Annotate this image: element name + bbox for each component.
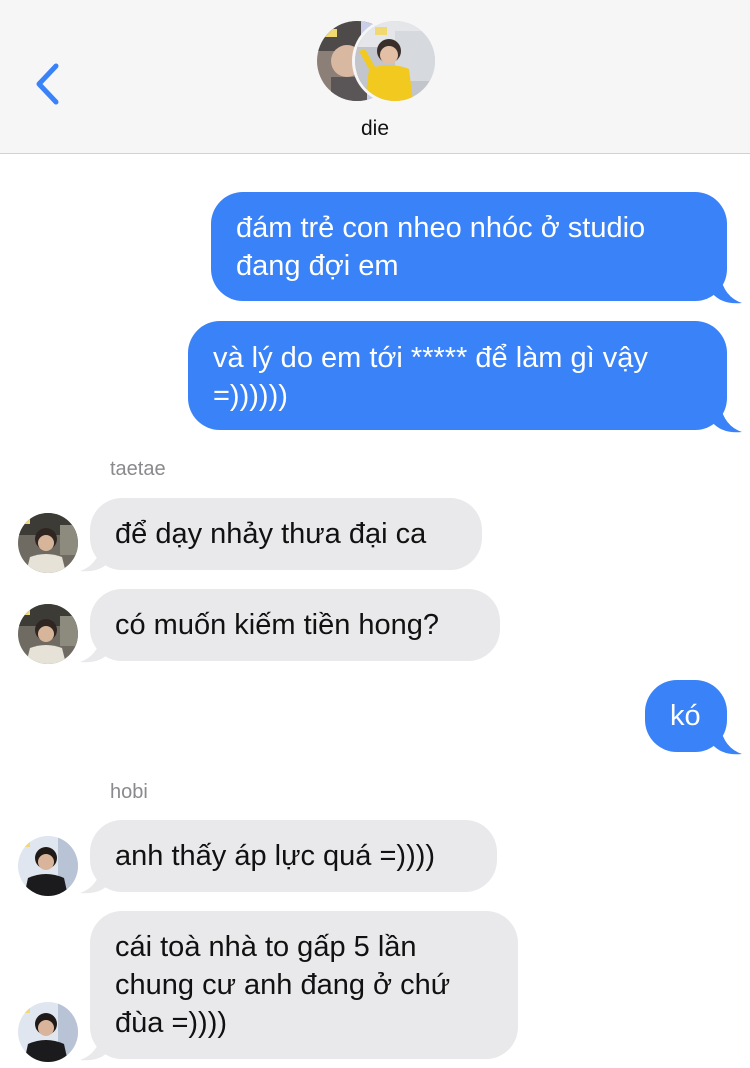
sender-name-label: hobi <box>110 781 148 803</box>
bubble-tail <box>80 543 110 572</box>
message-text: kó <box>670 700 701 732</box>
received-message-bubble[interactable]: để dạy nhảy thưa đại ca <box>90 498 482 570</box>
bubble-tail <box>712 404 742 433</box>
taetae-avatar[interactable] <box>18 513 78 573</box>
conversation-title[interactable]: die <box>0 117 750 141</box>
group-avatar[interactable] <box>314 18 438 104</box>
hobi-avatar[interactable] <box>18 836 78 896</box>
conversation-header: die <box>0 0 750 154</box>
bubble-tail <box>80 865 110 894</box>
message-text: đám trẻ con nheo nhóc ở studio đang đợi … <box>236 212 646 282</box>
message-text: cái toà nhà to gấp 5 lần chung cư anh đa… <box>115 931 451 1039</box>
received-message-bubble[interactable]: cái toà nhà to gấp 5 lần chung cư anh đa… <box>90 911 518 1059</box>
chevron-left-icon <box>36 63 59 105</box>
sent-message-bubble[interactable]: và lý do em tới ***** để làm gì vậy =)))… <box>188 321 727 430</box>
bubble-tail <box>80 1032 110 1061</box>
sent-message-bubble[interactable]: đám trẻ con nheo nhóc ở studio đang đợi … <box>211 192 727 301</box>
message-text: có muốn kiếm tiền hong? <box>115 609 440 641</box>
bubble-tail <box>80 634 110 663</box>
sender-name-label: taetae <box>110 458 166 480</box>
taetae-avatar[interactable] <box>18 604 78 664</box>
bubble-tail <box>712 726 742 755</box>
message-text: anh thấy áp lực quá =)))) <box>115 840 436 872</box>
message-text: để dạy nhảy thưa đại ca <box>115 518 427 550</box>
bubble-tail <box>712 275 742 304</box>
message-text: và lý do em tới ***** để làm gì vậy =)))… <box>213 342 648 412</box>
member-avatar <box>352 18 438 104</box>
back-button[interactable] <box>22 56 72 112</box>
received-message-bubble[interactable]: anh thấy áp lực quá =)))) <box>90 820 497 892</box>
received-message-bubble[interactable]: có muốn kiếm tiền hong? <box>90 589 500 661</box>
hobi-avatar[interactable] <box>18 1002 78 1062</box>
